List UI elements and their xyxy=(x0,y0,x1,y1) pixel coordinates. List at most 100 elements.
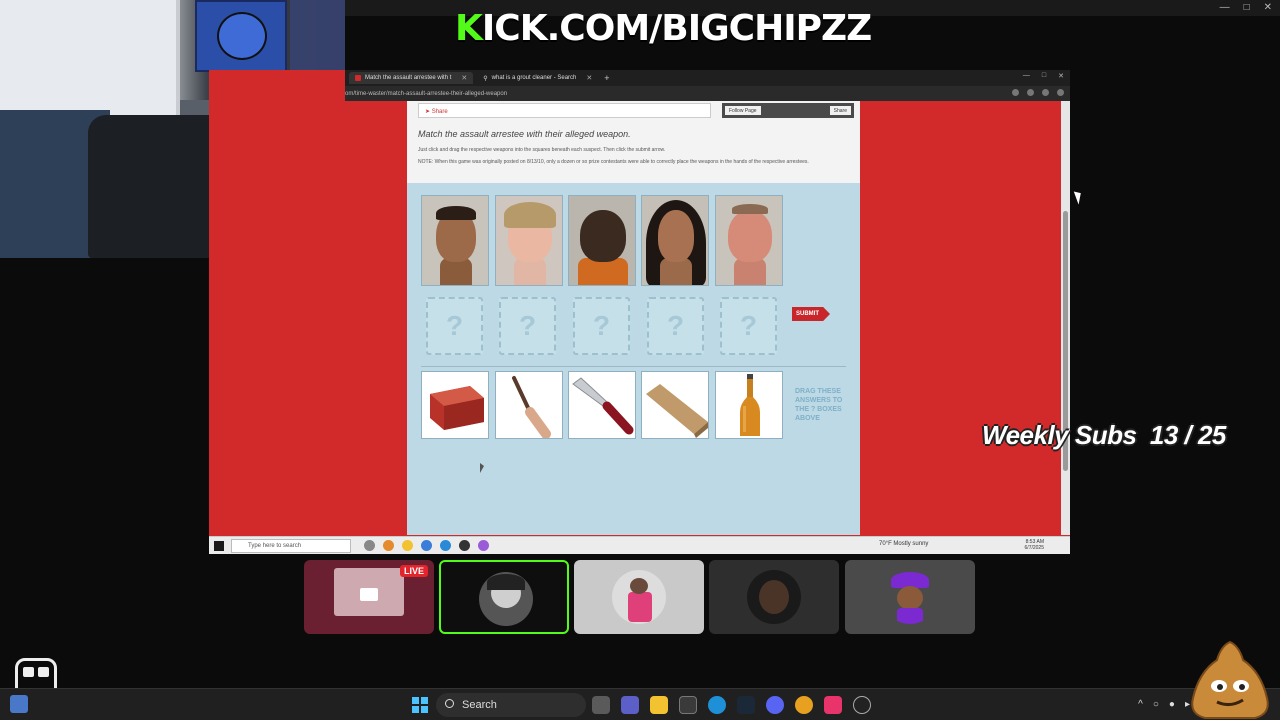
suspect-photo-3 xyxy=(568,195,636,286)
mail-icon[interactable] xyxy=(421,540,432,551)
game-page: ➤ Share Follow Page Share Match the assa… xyxy=(407,101,860,535)
weather-widget[interactable]: 70°F Mostly sunny xyxy=(879,541,928,547)
edge-icon[interactable] xyxy=(708,696,726,714)
chevron-up-icon[interactable]: ^ xyxy=(1138,699,1143,710)
browser-tab-match[interactable]: Match the assault arrestee with t ✕ xyxy=(349,72,474,84)
folder-icon[interactable] xyxy=(402,540,413,551)
mascot-pile-icon xyxy=(1191,640,1269,719)
participant-screen-share[interactable]: LIVE xyxy=(304,560,434,634)
suspect-photo-2 xyxy=(495,195,563,286)
beer-bottle-icon xyxy=(740,374,760,436)
browser-toolbar-icons xyxy=(1012,89,1064,96)
chrome-icon[interactable] xyxy=(795,696,813,714)
windows-start-icon[interactable] xyxy=(214,541,224,551)
task-view-icon[interactable] xyxy=(364,540,375,551)
network-icon[interactable]: ○ xyxy=(1153,699,1159,710)
drop-slot-1[interactable]: ? xyxy=(426,297,483,355)
browser-window-controls: — □ ✕ xyxy=(1023,72,1064,80)
weapon-beer-bottle[interactable] xyxy=(715,371,783,439)
store-icon[interactable] xyxy=(679,696,697,714)
task-view-icon[interactable] xyxy=(592,696,610,714)
app-icon[interactable] xyxy=(459,540,470,551)
minimize-icon[interactable]: — xyxy=(1023,72,1030,80)
weapon-brick[interactable] xyxy=(421,371,489,439)
extensions-icon[interactable] xyxy=(1027,89,1034,96)
drop-slot-5[interactable]: ? xyxy=(720,297,777,355)
system-tray: ^ ○ ● ▸ xyxy=(1138,699,1190,710)
live-badge: LIVE xyxy=(399,565,428,577)
maximize-icon[interactable]: □ xyxy=(1042,72,1046,80)
suspect-photo-4 xyxy=(641,195,709,286)
stream-scene: — □ ✕ KICK.COM/BIGCHIPZZ Match the assau… xyxy=(0,0,1280,720)
taskbar-clock[interactable]: 8:53 AM 6/7/2025 xyxy=(1025,539,1044,551)
maximize-icon[interactable]: □ xyxy=(1244,2,1250,13)
drop-slot-3[interactable]: ? xyxy=(573,297,630,355)
close-tab-icon[interactable]: ✕ xyxy=(461,74,467,82)
submit-button[interactable]: SUBMIT xyxy=(792,307,830,321)
windows-start-icon[interactable] xyxy=(412,697,428,713)
participant-3[interactable] xyxy=(574,560,704,634)
drop-slot-4[interactable]: ? xyxy=(647,297,704,355)
site-favicon-icon xyxy=(355,75,361,81)
avatar xyxy=(479,572,533,626)
suspect-photo-5 xyxy=(715,195,783,286)
search-icon xyxy=(445,699,454,708)
game-header: ➤ Share Follow Page Share Match the assa… xyxy=(407,101,860,183)
host-taskbar-apps xyxy=(592,696,871,714)
close-icon[interactable]: ✕ xyxy=(1264,2,1272,13)
avatar xyxy=(883,570,937,624)
star-icon[interactable] xyxy=(1012,89,1019,96)
captured-taskbar: Type here to search 70°F Mostly sunny 8:… xyxy=(209,536,1070,554)
firefox-icon[interactable] xyxy=(383,540,394,551)
app-icon-2[interactable] xyxy=(478,540,489,551)
close-icon[interactable]: ✕ xyxy=(1058,72,1064,80)
suspect-photo-1 xyxy=(421,195,489,286)
weapon-board[interactable] xyxy=(641,371,709,439)
music-icon[interactable] xyxy=(824,696,842,714)
address-url[interactable]: om/time-waster/match-assault-arrestee-th… xyxy=(345,91,507,97)
screen-share-icon xyxy=(360,588,378,601)
page-scrollbar[interactable] xyxy=(1061,101,1070,535)
microphone-icon[interactable]: ● xyxy=(1169,699,1175,710)
bat-icon xyxy=(512,376,551,438)
profile-icon[interactable] xyxy=(1042,89,1049,96)
minimize-icon[interactable]: — xyxy=(1220,2,1230,13)
facebook-widget: Follow Page Share xyxy=(722,103,854,118)
folder-icon[interactable] xyxy=(650,696,668,714)
weapon-knife[interactable] xyxy=(568,371,636,439)
follow-page-button[interactable]: Follow Page xyxy=(725,106,761,115)
participant-4[interactable] xyxy=(709,560,839,634)
board-icon xyxy=(646,384,708,438)
teams-icon[interactable] xyxy=(621,696,639,714)
avatar xyxy=(612,570,666,624)
close-tab-icon[interactable]: ✕ xyxy=(586,74,592,82)
game-note: NOTE: When this game was originally post… xyxy=(418,159,809,165)
host-window-controls: — □ ✕ xyxy=(1220,2,1272,13)
brick-icon xyxy=(430,386,484,430)
participant-2[interactable] xyxy=(439,560,569,634)
game-title: Match the assault arrestee with their al… xyxy=(418,129,631,139)
browser-tab-search[interactable]: ⚲ what is a grout cleaner - Search ✕ xyxy=(477,72,598,84)
widgets-icon[interactable] xyxy=(10,695,28,713)
page-cursor-icon xyxy=(480,463,484,473)
drop-slot-2[interactable]: ? xyxy=(499,297,556,355)
menu-icon[interactable] xyxy=(1057,89,1064,96)
browser-tab-strip: Match the assault arrestee with t ✕ ⚲ what… xyxy=(345,70,1070,86)
host-search-box[interactable]: Search xyxy=(436,693,586,717)
mouse-cursor-icon xyxy=(1073,189,1085,205)
participant-5[interactable] xyxy=(845,560,975,634)
fb-share-button[interactable]: Share xyxy=(829,106,851,115)
share-button[interactable]: ➤ Share xyxy=(418,103,711,118)
captured-taskbar-apps xyxy=(364,540,489,551)
browser-address-bar[interactable]: om/time-waster/match-assault-arrestee-th… xyxy=(345,86,1070,101)
edge-icon[interactable] xyxy=(440,540,451,551)
weapon-bat[interactable] xyxy=(495,371,563,439)
obs-icon[interactable] xyxy=(853,696,871,714)
steam-icon[interactable] xyxy=(737,696,755,714)
knife-icon xyxy=(572,377,634,435)
new-tab-icon[interactable]: + xyxy=(604,73,609,83)
taskbar-search-input[interactable]: Type here to search xyxy=(231,539,351,553)
search-favicon-icon: ⚲ xyxy=(483,75,488,82)
discord-icon[interactable] xyxy=(766,696,784,714)
kick-k-letter: K xyxy=(455,8,483,49)
